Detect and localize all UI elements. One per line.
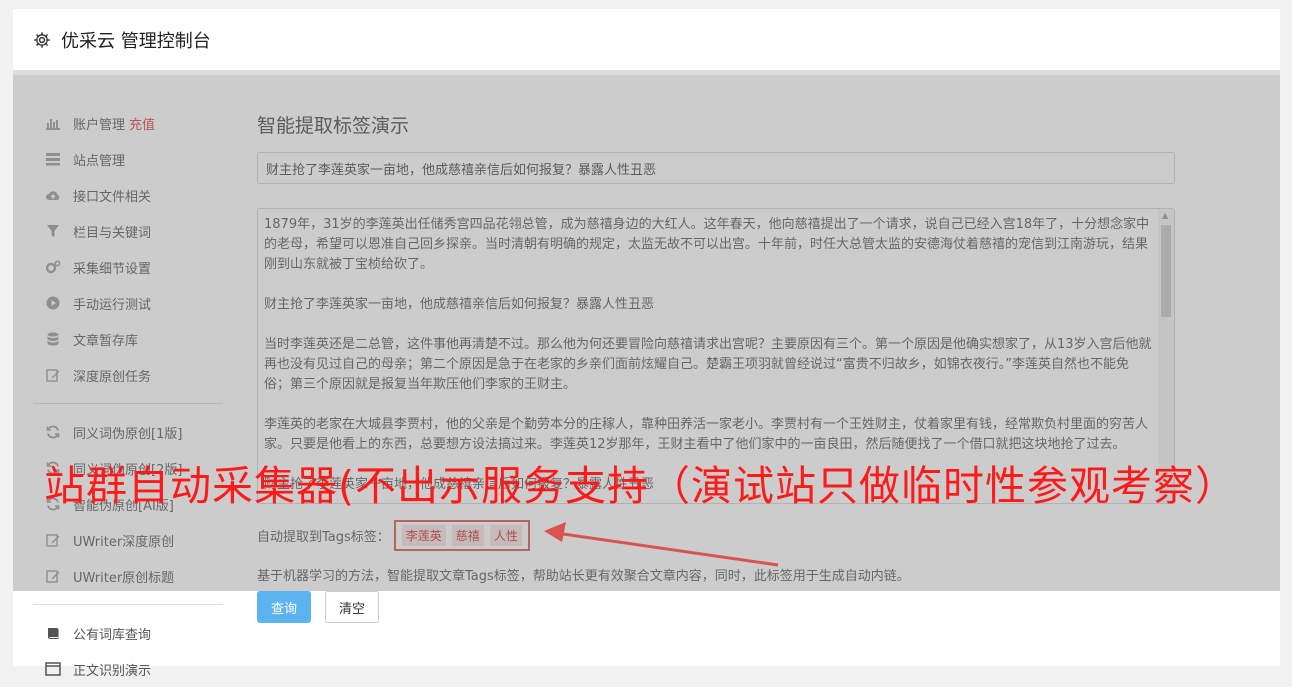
demo-watermark: 站群自动采集器(不出示服务支持（演试站只做临时性参观考察）	[44, 462, 1237, 510]
annotation-arrow-icon	[544, 522, 779, 567]
